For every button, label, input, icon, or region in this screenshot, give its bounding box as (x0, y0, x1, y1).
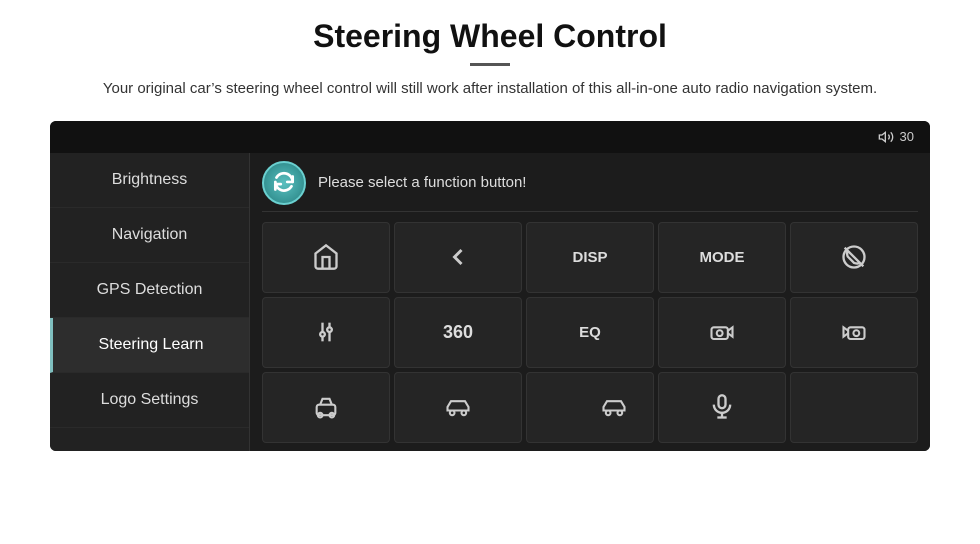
sidebar-item-logo-settings[interactable]: Logo Settings (50, 373, 249, 428)
grid-cell-empty (790, 372, 918, 443)
grid-cell-car-side-right[interactable] (526, 372, 654, 443)
grid-cell-camera-right[interactable] (790, 297, 918, 368)
grid-label-mode: MODE (700, 249, 745, 266)
title-divider (470, 63, 510, 66)
sidebar-item-gps-detection[interactable]: GPS Detection (50, 263, 249, 318)
grid-label-360: 360 (443, 322, 473, 343)
page-title: Steering Wheel Control (60, 18, 920, 55)
grid-cell-car-side-left[interactable] (394, 372, 522, 443)
grid-cell-no-call[interactable] (790, 222, 918, 293)
volume-indicator: 30 (878, 129, 914, 145)
page-header: Steering Wheel Control Your original car… (0, 0, 980, 111)
sidebar-item-label: Logo Settings (101, 391, 199, 408)
device-body: Brightness Navigation GPS Detection Steerin… (50, 153, 930, 451)
device-frame: 30 Brightness Navigation GPS Detection Stee… (50, 121, 930, 451)
sidebar-item-label: Steering Learn (99, 336, 204, 353)
sidebar-item-label: GPS Detection (97, 281, 203, 298)
grid-cell-home[interactable] (262, 222, 390, 293)
top-row: Please select a function button! (262, 161, 918, 212)
sidebar-item-brightness[interactable]: Brightness (50, 153, 249, 208)
prompt-text: Please select a function button! (318, 174, 526, 191)
grid-label-disp: DISP (572, 249, 607, 266)
sync-icon (271, 170, 297, 196)
volume-value: 30 (900, 129, 914, 144)
grid-cell-MODE[interactable]: MODE (658, 222, 786, 293)
volume-icon (878, 129, 894, 145)
grid-cell-DISP[interactable]: DISP (526, 222, 654, 293)
grid-cell-microphone[interactable] (658, 372, 786, 443)
grid-cell-camera-left[interactable] (658, 297, 786, 368)
sync-button[interactable] (262, 161, 306, 205)
page-subtitle: Your original car’s steering wheel contr… (100, 78, 880, 101)
grid-cell-EQ[interactable]: EQ (526, 297, 654, 368)
grid-cell-equalizer[interactable] (262, 297, 390, 368)
grid-cell-back[interactable] (394, 222, 522, 293)
sidebar: Brightness Navigation GPS Detection Steerin… (50, 153, 250, 451)
button-grid: DISP MODE 360 EQ (262, 222, 918, 443)
sidebar-item-steering-learn[interactable]: Steering Learn (50, 318, 249, 373)
sidebar-item-navigation[interactable]: Navigation (50, 208, 249, 263)
grid-cell-car-front[interactable] (262, 372, 390, 443)
device-top-bar: 30 (50, 121, 930, 153)
main-content: Please select a function button! DISP MOD… (250, 153, 930, 451)
grid-label-eq: EQ (579, 324, 601, 341)
sidebar-item-label: Navigation (112, 226, 188, 243)
sidebar-item-label: Brightness (112, 171, 188, 188)
grid-cell-360[interactable]: 360 (394, 297, 522, 368)
